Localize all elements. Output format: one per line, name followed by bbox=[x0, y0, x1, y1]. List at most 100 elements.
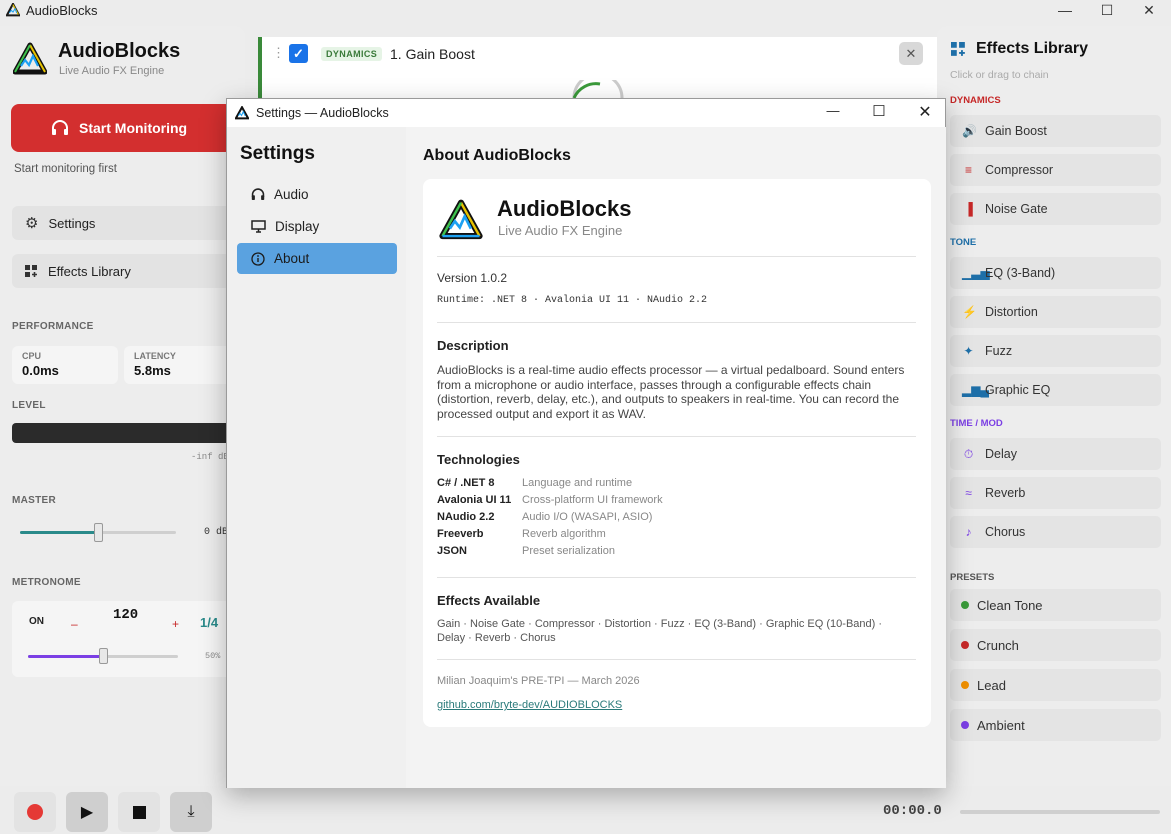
playback-position-slider[interactable] bbox=[960, 810, 1160, 814]
record-button[interactable] bbox=[14, 792, 56, 832]
settings-nav-audio[interactable]: Audio bbox=[237, 179, 397, 210]
close-icon: ✕ bbox=[905, 45, 917, 61]
app-subtitle: Live Audio FX Engine bbox=[59, 65, 165, 77]
nav-effects-library-label: Effects Library bbox=[48, 263, 131, 279]
window-title: AudioBlocks bbox=[26, 3, 98, 18]
about-card: AudioBlocks Live Audio FX Engine Version… bbox=[423, 179, 931, 727]
library-category-1: TONE bbox=[950, 237, 977, 248]
category-badge: DYNAMICS bbox=[321, 47, 383, 61]
record-icon bbox=[27, 804, 43, 820]
technology-name: Avalonia UI 11 bbox=[437, 494, 512, 506]
maximize-button[interactable]: ☐ bbox=[1085, 0, 1129, 20]
bpm-value[interactable]: 120 bbox=[113, 607, 138, 623]
divider bbox=[437, 577, 916, 578]
metronome-volume-thumb[interactable] bbox=[99, 648, 108, 664]
nav-effects-library[interactable]: Effects Library bbox=[12, 254, 234, 288]
library-item[interactable]: ▂▆▄ Graphic EQ bbox=[950, 374, 1161, 406]
settings-nav-about[interactable]: About bbox=[237, 243, 397, 274]
headphones-icon bbox=[251, 188, 265, 200]
preset-label: Ambient bbox=[977, 717, 1025, 733]
grid-plus-icon bbox=[25, 264, 37, 277]
library-item[interactable]: ▁▃▅ EQ (3-Band) bbox=[950, 257, 1161, 289]
library-title: Effects Library bbox=[976, 40, 1089, 57]
preset-color-dot bbox=[961, 601, 969, 609]
dialog-maximize-button[interactable]: ☐ bbox=[861, 102, 897, 122]
gain-knob[interactable] bbox=[570, 80, 626, 100]
technology-row: C# / .NET 8 Language and runtime bbox=[437, 477, 917, 489]
effect-enable-checkbox[interactable]: ✓ bbox=[289, 44, 308, 63]
preset-item[interactable]: Lead bbox=[950, 669, 1161, 701]
settings-sidebar: Settings Audio Display About bbox=[227, 127, 406, 788]
divider bbox=[437, 256, 916, 257]
bars-icon: ▁▃▅ bbox=[962, 266, 990, 280]
bolt-icon: ⚡ bbox=[962, 305, 977, 319]
settings-nav-display-label: Display bbox=[275, 219, 320, 234]
master-slider-fill bbox=[20, 531, 98, 534]
technology-name: C# / .NET 8 bbox=[437, 477, 495, 489]
preset-item[interactable]: Ambient bbox=[950, 709, 1161, 741]
stop-button[interactable] bbox=[118, 792, 160, 832]
latency-value: 5.8ms bbox=[134, 363, 171, 378]
dialog-title: Settings — AudioBlocks bbox=[256, 106, 389, 120]
master-label: MASTER bbox=[12, 495, 57, 506]
divider bbox=[437, 659, 916, 660]
app-logo-icon bbox=[6, 3, 20, 17]
library-item[interactable]: ≡ Compressor bbox=[950, 154, 1161, 186]
remove-effect-button[interactable]: ✕ bbox=[899, 42, 923, 65]
preset-color-dot bbox=[961, 681, 969, 689]
metronome-on-toggle[interactable]: ON bbox=[29, 616, 44, 627]
settings-nav-about-label: About bbox=[274, 251, 310, 266]
technology-desc: Cross-platform UI framework bbox=[522, 494, 663, 506]
description-heading: Description bbox=[437, 338, 509, 353]
settings-nav-audio-label: Audio bbox=[274, 187, 309, 202]
library-item[interactable]: ⚡ Distortion bbox=[950, 296, 1161, 328]
latency-stat: LATENCY 5.8ms bbox=[124, 346, 234, 384]
metronome-label: METRONOME bbox=[12, 577, 81, 588]
about-app-subtitle: Live Audio FX Engine bbox=[498, 223, 623, 238]
library-item[interactable]: ▐ Noise Gate bbox=[950, 193, 1161, 225]
minimize-button[interactable]: — bbox=[1043, 0, 1087, 20]
github-link[interactable]: github.com/bryte-dev/AUDIOBLOCKS bbox=[437, 699, 622, 711]
time-signature[interactable]: 1/4 bbox=[200, 615, 218, 630]
stop-icon bbox=[132, 805, 146, 819]
timecode: 00:00.0 bbox=[883, 803, 942, 819]
master-slider-thumb[interactable] bbox=[94, 523, 103, 542]
window-titlebar bbox=[0, 0, 1171, 22]
about-app-name: AudioBlocks bbox=[497, 196, 632, 221]
library-item-label: Graphic EQ bbox=[985, 383, 1051, 397]
version-text: Version 1.0.2 bbox=[437, 271, 508, 285]
about-logo bbox=[439, 199, 483, 240]
export-button[interactable]: ⤓ bbox=[170, 792, 212, 832]
divider bbox=[437, 436, 916, 437]
preset-color-dot bbox=[961, 721, 969, 729]
level-label: LEVEL bbox=[12, 400, 46, 411]
info-icon bbox=[251, 251, 265, 266]
preset-label: Lead bbox=[977, 677, 1006, 693]
library-item[interactable]: ✦ Fuzz bbox=[950, 335, 1161, 367]
nav-settings[interactable]: ⚙ Settings bbox=[12, 206, 234, 240]
library-item[interactable]: ♪ Chorus bbox=[950, 516, 1161, 548]
credit-text: Milian Joaquim's PRE-TPI — March 2026 bbox=[437, 675, 640, 687]
library-item-label: EQ (3-Band) bbox=[985, 266, 1056, 280]
technology-desc: Preset serialization bbox=[522, 545, 615, 557]
technology-name: Freeverb bbox=[437, 528, 484, 540]
preset-item[interactable]: Crunch bbox=[950, 629, 1161, 661]
library-category-2: TIME / MOD bbox=[950, 418, 1003, 429]
bpm-increase-button[interactable]: + bbox=[172, 617, 179, 631]
play-button[interactable]: ▶ bbox=[66, 792, 108, 832]
bpm-decrease-button[interactable]: – bbox=[71, 617, 78, 631]
close-window-button[interactable]: ✕ bbox=[1127, 0, 1171, 20]
waves-icon: ≈ bbox=[965, 486, 972, 500]
preset-item[interactable]: Clean Tone bbox=[950, 589, 1161, 621]
dialog-close-button[interactable]: ✕ bbox=[907, 102, 943, 122]
library-item[interactable]: 🔊 Gain Boost bbox=[950, 115, 1161, 147]
effects-heading: Effects Available bbox=[437, 593, 541, 608]
settings-nav-display[interactable]: Display bbox=[237, 211, 397, 242]
play-icon: ▶ bbox=[80, 804, 94, 821]
technology-row: Avalonia UI 11 Cross-platform UI framewor… bbox=[437, 494, 917, 506]
library-item[interactable]: ≈ Reverb bbox=[950, 477, 1161, 509]
library-item-label: Chorus bbox=[985, 525, 1026, 539]
start-monitoring-button[interactable]: Start Monitoring bbox=[11, 104, 233, 152]
library-item[interactable]: ⏱ Delay bbox=[950, 438, 1161, 470]
dialog-minimize-button[interactable]: — bbox=[815, 103, 851, 123]
